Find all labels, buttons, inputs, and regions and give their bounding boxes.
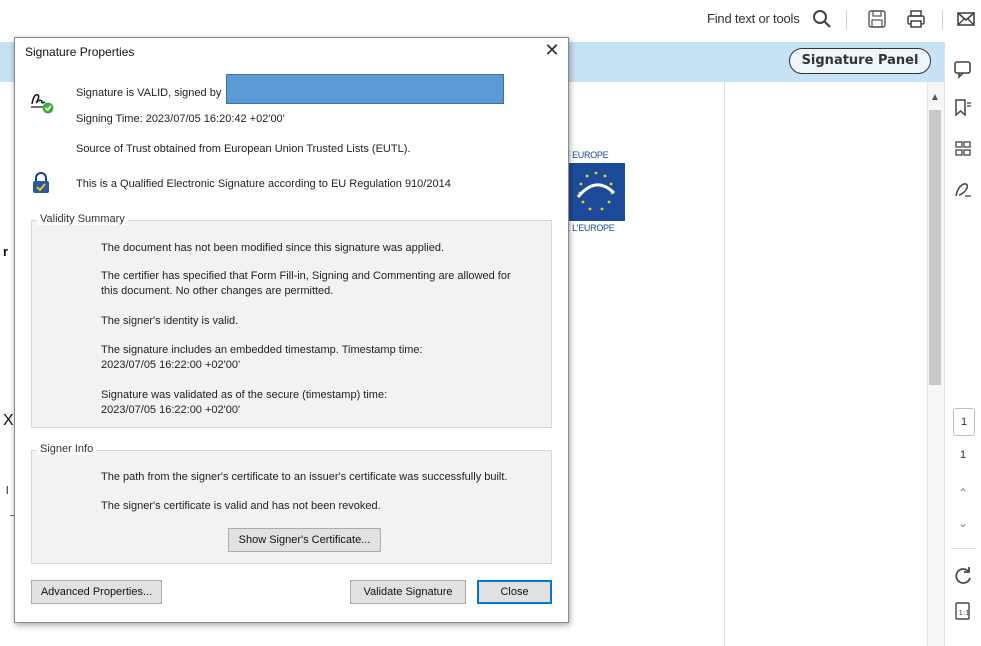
signature-panel-button[interactable]: Signature Panel <box>789 48 931 74</box>
trust-source-text: Source of Trust obtained from European U… <box>76 143 411 155</box>
right-tools-rail <box>944 42 981 646</box>
valid-signature-icon <box>29 89 55 115</box>
document-text-fragment: X <box>3 412 14 429</box>
top-toolbar: Find text or tools <box>0 0 981 40</box>
thumbnails-icon[interactable] <box>952 138 974 160</box>
previous-page-icon[interactable]: ⌃ <box>958 486 968 500</box>
validity-item: this document. No other changes are perm… <box>101 285 334 297</box>
document-margin <box>725 82 927 646</box>
document-text-fragment: r <box>3 244 9 259</box>
signature-icon[interactable] <box>952 178 974 200</box>
validity-item: Signature was validated as of the secure… <box>101 389 388 401</box>
search-icon[interactable] <box>811 8 833 30</box>
validity-item: The document has not been modified since… <box>101 242 445 254</box>
rotate-icon[interactable] <box>952 564 974 586</box>
signature-status-text: Signature is VALID, signed by <box>76 87 222 99</box>
rail-divider <box>950 548 976 549</box>
next-page-icon[interactable]: ⌄ <box>958 516 968 530</box>
signer-info-legend: Signer Info <box>37 443 97 455</box>
qualified-lock-icon <box>31 172 51 194</box>
council-of-europe-logo <box>566 163 625 221</box>
show-certificate-button[interactable]: Show Signer's Certificate... <box>228 528 381 552</box>
close-icon[interactable]: ✕ <box>542 41 562 61</box>
signer-info-item: The path from the signer's certificate t… <box>101 471 508 483</box>
qualified-signature-text: This is a Qualified Electronic Signature… <box>76 178 451 190</box>
validity-item: The signer's identity is valid. <box>101 315 239 327</box>
total-pages: 1 <box>960 449 967 461</box>
comment-icon[interactable] <box>952 58 974 80</box>
document-text-fragment: l <box>6 485 9 497</box>
validate-signature-button[interactable]: Validate Signature <box>350 580 466 604</box>
validity-summary-legend: Validity Summary <box>37 213 128 225</box>
print-icon[interactable] <box>905 8 927 30</box>
scrollbar-thumb[interactable] <box>929 110 941 385</box>
advanced-properties-button[interactable]: Advanced Properties... <box>31 580 162 604</box>
validity-item: 2023/07/05 16:22:00 +02'00' <box>101 404 241 416</box>
signature-properties-dialog: Signature Properties ✕ Signature is VALI… <box>14 37 569 623</box>
mail-icon[interactable] <box>955 8 977 30</box>
svg-text:1:1: 1:1 <box>959 609 970 617</box>
save-icon[interactable] <box>866 8 888 30</box>
fit-page-icon[interactable]: 1:1 <box>952 600 974 622</box>
dialog-title: Signature Properties <box>25 45 135 59</box>
validity-item: 2023/07/05 16:22:00 +02'00' <box>101 359 241 371</box>
toolbar-divider <box>846 10 847 30</box>
redacted-signer-name <box>226 74 504 104</box>
validity-item: The signature includes an embedded times… <box>101 344 423 356</box>
scroll-up-icon[interactable]: ▲ <box>930 92 940 103</box>
find-tools-label[interactable]: Find text or tools <box>707 11 800 26</box>
validity-item: The certifier has specified that Form Fi… <box>101 270 511 282</box>
toolbar-divider <box>942 10 943 30</box>
bookmark-icon[interactable] <box>952 96 974 118</box>
current-page-input[interactable]: 1 <box>953 408 975 436</box>
close-button[interactable]: Close <box>477 580 552 604</box>
signer-info-item: The signer's certificate is valid and ha… <box>101 500 381 512</box>
signing-time-text: Signing Time: 2023/07/05 16:20:42 +02'00… <box>76 113 285 125</box>
